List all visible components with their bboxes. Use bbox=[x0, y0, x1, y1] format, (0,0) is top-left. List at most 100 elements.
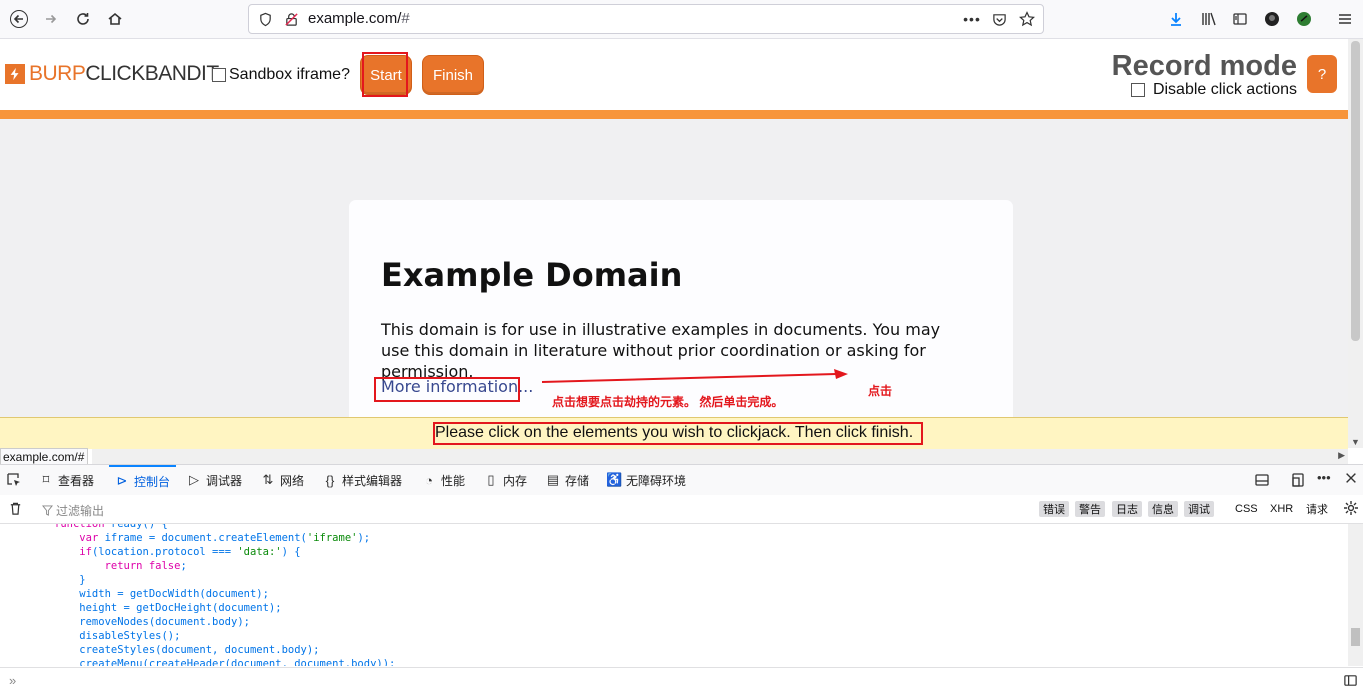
code-text: ready() { bbox=[110, 524, 168, 530]
code-line: width = getDocWidth(document); bbox=[54, 588, 269, 600]
devtools-tabbar: ⌑ 查看器 ⊳ 控制台 ▷ 调试器 ⇅ 网络 {} 样式编辑器 ◔ 性能 ▯ 内存 ▤ 存储 ♿… bbox=[0, 464, 1363, 496]
filter-requests-button[interactable]: 请求 bbox=[1302, 501, 1332, 517]
downloads-icon[interactable] bbox=[1165, 8, 1187, 30]
tab-performance[interactable]: ◔ 性能 bbox=[421, 465, 465, 495]
filter-css-button[interactable]: CSS bbox=[1231, 501, 1262, 517]
back-button[interactable] bbox=[4, 4, 34, 34]
burp-logo-icon bbox=[5, 64, 25, 84]
annotation-arrow bbox=[541, 369, 848, 383]
filter-output-input[interactable]: 过滤输出 bbox=[56, 502, 104, 519]
scroll-right-icon[interactable]: ▶ bbox=[1338, 450, 1345, 461]
filter-errors-button[interactable]: 错误 bbox=[1039, 501, 1069, 517]
menu-hamburger-icon[interactable] bbox=[1334, 8, 1356, 30]
tab-label: 性能 bbox=[441, 473, 466, 488]
console-scrollbar[interactable] bbox=[1348, 524, 1363, 666]
tab-debugger[interactable]: ▷ 调试器 bbox=[186, 465, 242, 495]
console-icon: ⊳ bbox=[116, 473, 128, 488]
url-hash: # bbox=[401, 10, 410, 27]
extension-dark-icon[interactable] bbox=[1261, 8, 1283, 30]
code-line: removeNodes(document.body); bbox=[54, 616, 250, 628]
framed-page: Example Domain This domain is for use in… bbox=[0, 119, 1348, 417]
tab-inspector[interactable]: ⌑ 查看器 bbox=[38, 465, 94, 495]
console-settings-gear-icon[interactable] bbox=[1343, 500, 1359, 521]
insecure-lock-icon[interactable] bbox=[281, 9, 301, 29]
url-host: example.com/ bbox=[308, 10, 402, 27]
editor-mode-icon[interactable] bbox=[1343, 673, 1358, 693]
trash-icon[interactable] bbox=[8, 501, 23, 521]
start-highlight-box bbox=[362, 52, 408, 97]
logo-burp-text: BURP bbox=[29, 62, 86, 85]
tab-label: 存储 bbox=[565, 473, 590, 488]
code-line: height = getDocHeight(document); bbox=[54, 602, 282, 614]
link-highlight-box bbox=[374, 377, 520, 402]
sidebar-icon[interactable] bbox=[1229, 8, 1251, 30]
devtools-more-icon[interactable]: ••• bbox=[1317, 470, 1331, 485]
filter-info-button[interactable]: 信息 bbox=[1148, 501, 1178, 517]
chevron-prompt-icon: » bbox=[9, 673, 17, 688]
code-line: createStyles(document, document.body); bbox=[54, 644, 320, 656]
url-text[interactable]: example.com/# bbox=[308, 10, 410, 27]
page-scroll-thumb[interactable] bbox=[1351, 41, 1360, 341]
help-label: ? bbox=[1317, 65, 1327, 83]
tab-network[interactable]: ⇅ 网络 bbox=[260, 465, 304, 495]
reload-icon bbox=[77, 13, 89, 25]
code-line: createMenu(createHeader(document, docume… bbox=[54, 658, 396, 666]
url-bar[interactable]: example.com/# ••• bbox=[248, 4, 1044, 34]
separate-window-icon[interactable] bbox=[1290, 472, 1306, 493]
reload-button[interactable] bbox=[68, 4, 98, 34]
accessibility-icon: ♿ bbox=[606, 472, 623, 487]
logo-clickbandit-text: CLICKBANDIT bbox=[85, 62, 219, 85]
extension-green-icon[interactable] bbox=[1293, 8, 1315, 30]
filter-warnings-button[interactable]: 警告 bbox=[1075, 501, 1105, 517]
tab-label: 控制台 bbox=[134, 474, 171, 489]
network-icon: ⇅ bbox=[262, 472, 274, 487]
shield-icon[interactable] bbox=[255, 9, 275, 29]
console-scroll-thumb[interactable] bbox=[1351, 628, 1360, 646]
code-line: } bbox=[54, 574, 86, 586]
disable-click-checkbox[interactable] bbox=[1130, 83, 1145, 97]
page-horizontal-scrollbar[interactable]: ▶ bbox=[92, 449, 1348, 464]
tab-style-editor[interactable]: {} 样式编辑器 bbox=[322, 465, 402, 495]
help-button[interactable]: ? bbox=[1307, 55, 1337, 93]
forward-arrow-icon bbox=[46, 14, 57, 24]
tab-label: 网络 bbox=[280, 473, 305, 488]
page-vertical-scrollbar[interactable]: ▼ bbox=[1348, 39, 1363, 448]
bookmark-star-icon[interactable] bbox=[1017, 9, 1037, 29]
sandbox-checkbox[interactable] bbox=[212, 68, 226, 82]
console-output: function ready() { var iframe = document… bbox=[0, 524, 1348, 666]
dock-side-icon[interactable] bbox=[1254, 472, 1270, 493]
code-line: disableStyles(); bbox=[54, 630, 181, 642]
scroll-down-icon[interactable]: ▼ bbox=[1351, 437, 1360, 447]
disable-click-option[interactable]: Disable click actions bbox=[1130, 81, 1297, 99]
filter-logs-button[interactable]: 日志 bbox=[1112, 501, 1142, 517]
clickbandit-header: BURP CLICKBANDIT Sandbox iframe? Start Fi… bbox=[0, 39, 1348, 111]
tab-accessibility[interactable]: ♿ 无障碍环境 bbox=[606, 465, 686, 495]
browser-toolbar: example.com/# ••• bbox=[0, 0, 1363, 39]
element-picker-icon[interactable] bbox=[6, 472, 22, 493]
library-icon[interactable] bbox=[1198, 8, 1220, 30]
tab-storage[interactable]: ▤ 存储 bbox=[545, 465, 589, 495]
finish-label: Finish bbox=[432, 66, 473, 84]
instruction-annotation: 点击想要点击劫持的元素。 然后单击完成。 bbox=[552, 395, 784, 409]
tab-console[interactable]: ⊳ 控制台 bbox=[109, 465, 177, 495]
performance-icon: ◔ bbox=[425, 472, 433, 488]
filter-debug-button[interactable]: 调试 bbox=[1184, 501, 1214, 517]
console-input-line[interactable]: » bbox=[0, 667, 1363, 695]
sandbox-iframe-option[interactable]: Sandbox iframe? bbox=[212, 66, 350, 84]
pocket-icon[interactable] bbox=[989, 9, 1009, 29]
console-filter-bar: 过滤输出 错误 警告 日志 信息 调试 CSS XHR 请求 bbox=[0, 495, 1363, 524]
code-line: return false; bbox=[104, 560, 187, 572]
forward-button[interactable] bbox=[36, 4, 66, 34]
page-heading: Example Domain bbox=[381, 256, 683, 294]
home-button[interactable] bbox=[100, 4, 130, 34]
tab-label: 无障碍环境 bbox=[626, 473, 687, 488]
tab-memory[interactable]: ▯ 内存 bbox=[483, 465, 527, 495]
devtools-close-icon[interactable] bbox=[1344, 471, 1358, 490]
code-line: var iframe = document.createElement('ifr… bbox=[79, 532, 371, 544]
memory-icon: ▯ bbox=[487, 472, 495, 487]
page-actions-icon[interactable]: ••• bbox=[962, 9, 982, 29]
notice-highlight-box bbox=[433, 422, 923, 445]
back-arrow-icon bbox=[10, 10, 28, 28]
finish-button[interactable]: Finish bbox=[422, 55, 484, 95]
filter-xhr-button[interactable]: XHR bbox=[1266, 501, 1297, 517]
